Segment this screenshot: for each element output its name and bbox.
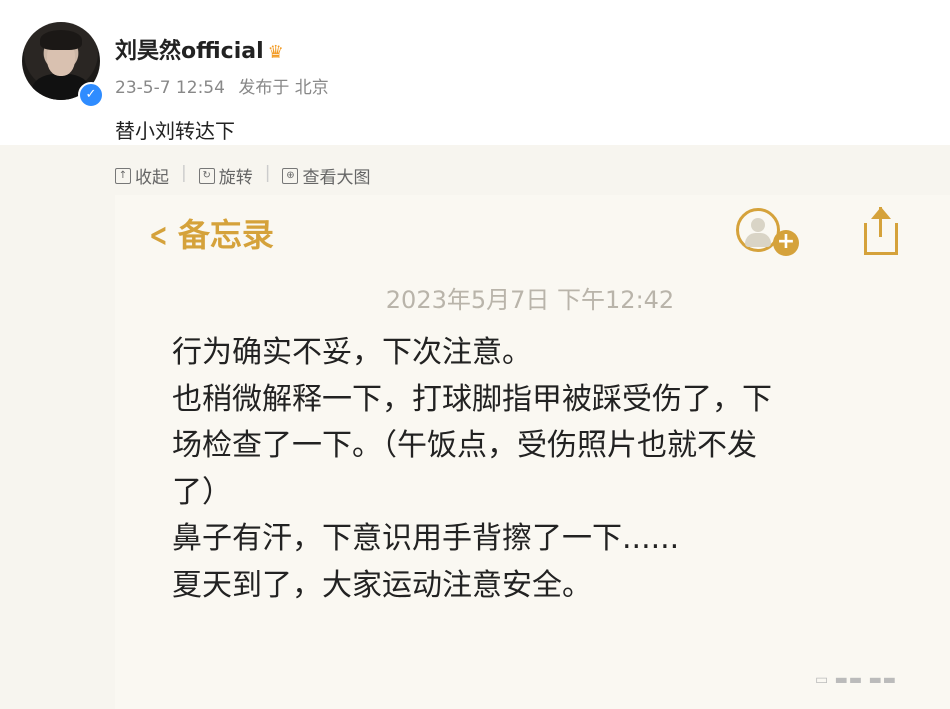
toolbar-divider: | <box>264 163 271 183</box>
chevron-left-icon: < <box>149 216 168 254</box>
view-large-label: 查看大图 <box>302 168 371 188</box>
memo-body: 行为确实不妥，下次注意。 也稍微解释一下，打球脚指甲被踩受伤了，下 场检查了一下… <box>172 330 872 609</box>
post-location: 发布于 北京 <box>238 78 329 98</box>
memo-line: 行为确实不妥，下次注意。 <box>172 335 532 370</box>
username[interactable]: 刘昊然official ♛ <box>115 33 284 65</box>
collapse-label: 收起 <box>135 168 169 188</box>
share-arrow-tip <box>871 207 891 219</box>
share-icon <box>862 205 902 257</box>
memo-line: 鼻子有汗，下意识用手背擦了一下...... <box>172 521 680 556</box>
verified-badge-icon: ✓ <box>78 82 104 108</box>
post-meta: 23-5-7 12:54 发布于 北京 <box>115 73 337 98</box>
rotate-button[interactable]: ↻ 旋转 <box>198 163 253 188</box>
plus-icon: + <box>773 230 799 256</box>
memo-date: 2023年5月7日 下午12:42 <box>385 286 675 314</box>
collapse-icon: ↑ <box>115 167 131 184</box>
view-large-icon: ⊕ <box>282 167 299 184</box>
memo-line: 场检查了一下。（午饭点，受伤照片也就不发 <box>172 428 757 463</box>
rotate-label: 旋转 <box>218 168 253 188</box>
rotate-icon: ↻ <box>198 167 215 184</box>
crown-icon: ♛ <box>267 42 284 63</box>
post-header: ✓ 刘昊然official ♛ 23-5-7 12:54 发布于 北京 替小刘转达… <box>0 0 950 150</box>
avatar-hair <box>40 30 82 50</box>
toolbar-divider: | <box>181 163 187 183</box>
collapse-button[interactable]: ↑ 收起 <box>115 163 169 188</box>
contact-body <box>745 233 771 247</box>
memo-line: 夏天到了，大家运动注意安全。 <box>172 567 592 603</box>
memo-back-label: 备忘录 <box>177 216 274 254</box>
post-text: 替小刘转达下 <box>115 119 235 143</box>
post-time[interactable]: 23-5-7 12:54 <box>115 78 225 98</box>
watermark: ▭ ▬▬ ▬▬ <box>815 672 898 688</box>
view-large-button[interactable]: ⊕ 查看大图 <box>282 163 370 188</box>
contact-head <box>751 218 765 232</box>
image-toolbar: ↑ 收起 | ↻ 旋转 | ⊕ 查看大图 <box>115 163 370 188</box>
memo-line: 了） <box>172 474 232 510</box>
memo-line: 也稍微解释一下，打球脚指甲被踩受伤了，下 <box>172 381 772 417</box>
username-text[interactable]: 刘昊然official <box>115 39 264 64</box>
memo-back-button: < 备忘录 <box>145 210 274 256</box>
